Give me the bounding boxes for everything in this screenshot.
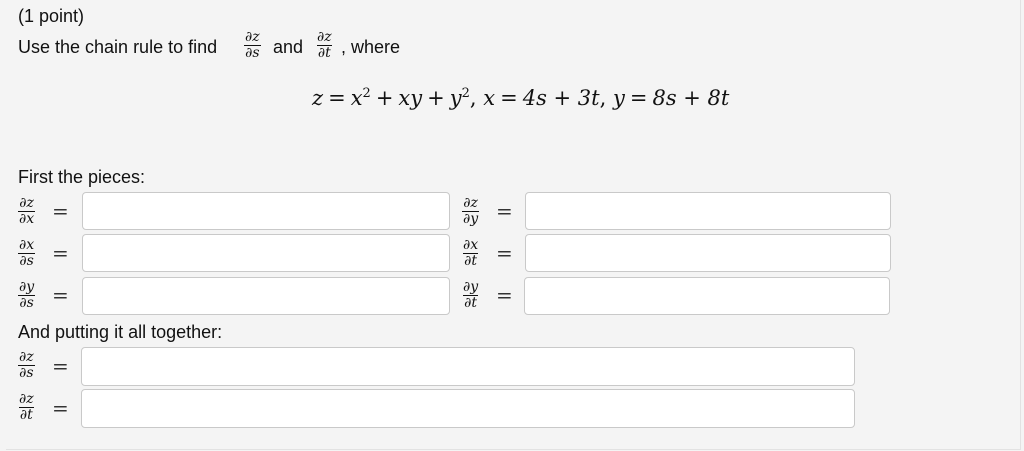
prompt-text: Use the chain rule to find <box>18 37 218 57</box>
fraction-numerator: ∂z <box>19 195 34 211</box>
equals-sign: = <box>52 199 69 223</box>
fraction-denominator: ∂s <box>244 45 261 61</box>
fraction-denominator: ∂x <box>18 211 36 227</box>
dz-dt-fraction: ∂z ∂t <box>18 392 35 423</box>
var-x: x <box>483 86 496 110</box>
fraction-denominator: ∂t <box>463 295 479 311</box>
var-x: x <box>350 86 363 110</box>
dz-dy-fraction: ∂z ∂y <box>462 195 480 227</box>
prompt-dz-dt-fraction: ∂z ∂t <box>316 30 333 61</box>
fraction-denominator: ∂t <box>463 253 478 269</box>
var-y: y <box>449 86 462 110</box>
equals-sign: = <box>52 241 69 265</box>
section-pieces-title: First the pieces: <box>18 167 146 187</box>
dy-dt-fraction: ∂y ∂t <box>462 280 479 311</box>
prompt-dz-ds-fraction: ∂z ∂s <box>244 30 261 61</box>
dz-dt-input[interactable] <box>81 389 855 428</box>
equals-sign: = <box>52 354 69 378</box>
prompt-where: , where <box>341 37 401 57</box>
dz-dx-fraction: ∂z ∂x <box>18 195 36 227</box>
fraction-numerator: ∂z <box>19 391 34 407</box>
fraction-denominator: ∂t <box>18 407 34 423</box>
fraction-denominator: ∂s <box>18 253 35 269</box>
fraction-numerator: ∂x <box>19 237 35 253</box>
dz-ds-input[interactable] <box>81 347 855 386</box>
dx-dt-fraction: ∂x ∂t <box>462 238 479 269</box>
term-xy: xy <box>398 86 423 110</box>
fraction-denominator: ∂t <box>316 45 332 61</box>
fraction-numerator: ∂z <box>317 29 332 45</box>
var-y: y <box>612 86 625 110</box>
prompt-and: and <box>273 37 304 57</box>
x-definition: 4s + 3t <box>522 86 600 110</box>
fraction-numerator: ∂z <box>463 195 478 211</box>
exponent: 2 <box>362 86 371 101</box>
fraction-numerator: ∂y <box>463 279 479 295</box>
dz-dx-input[interactable] <box>82 192 450 230</box>
equals-sign: = <box>496 283 513 307</box>
problem-panel: (1 point) Use the chain rule to find ∂z … <box>6 0 1021 450</box>
dy-ds-fraction: ∂y ∂s <box>18 280 35 311</box>
var-z: z <box>312 86 324 110</box>
exponent: 2 <box>461 86 470 101</box>
section-together-title: And putting it all together: <box>18 322 223 342</box>
dx-ds-input[interactable] <box>82 234 450 272</box>
y-definition: 8s + 8t <box>652 86 730 110</box>
function-definition: z = x2 + xy + y2, x = 4s + 3t, y = 8s + 8t <box>312 86 730 110</box>
equals-sign: = <box>52 396 69 420</box>
fraction-denominator: ∂s <box>18 365 35 381</box>
fraction-numerator: ∂y <box>19 279 35 295</box>
equals-sign: = <box>496 199 513 223</box>
dz-ds-fraction: ∂z ∂s <box>18 350 35 381</box>
equals-sign: = <box>496 241 513 265</box>
dy-ds-input[interactable] <box>82 277 450 315</box>
dy-dt-input[interactable] <box>524 277 890 315</box>
points-label: (1 point) <box>18 6 85 26</box>
dx-dt-input[interactable] <box>525 234 891 272</box>
fraction-numerator: ∂x <box>463 237 479 253</box>
dz-dy-input[interactable] <box>525 192 891 230</box>
dx-ds-fraction: ∂x ∂s <box>18 238 35 269</box>
fraction-denominator: ∂s <box>18 295 35 311</box>
fraction-numerator: ∂z <box>245 29 260 45</box>
fraction-numerator: ∂z <box>19 349 34 365</box>
equals-sign: = <box>52 283 69 307</box>
fraction-denominator: ∂y <box>462 211 480 227</box>
